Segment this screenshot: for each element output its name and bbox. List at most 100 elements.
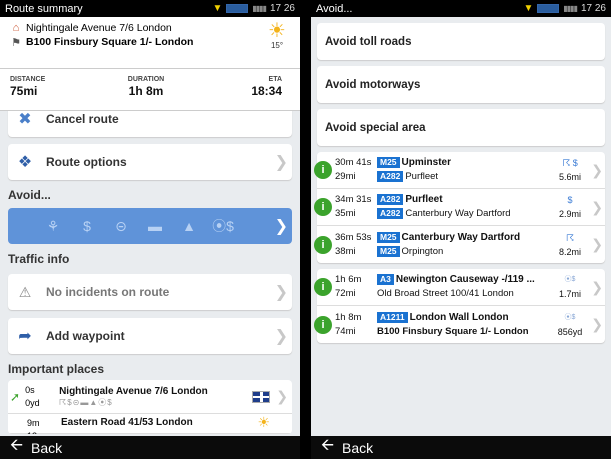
chevron-right-icon: ❯: [591, 161, 603, 178]
gps-icon: ▼: [523, 3, 534, 14]
gps-icon: ▼: [212, 3, 223, 14]
ferry-icon: ▬: [148, 218, 162, 234]
list-item[interactable]: ➚ 0s 0yd Nightingale Avenue 7/6 London ☈…: [8, 380, 292, 414]
avoid-content: Avoid toll roads Avoid motorways Avoid s…: [311, 17, 611, 436]
home-icon: ⌂: [12, 22, 20, 34]
status-title: Route summary: [5, 2, 83, 15]
route-leg[interactable]: i 34m 31s 35mi A282 Purfleet A282 Canterbur…: [314, 189, 605, 226]
route-options-button[interactable]: ❖ Route options ❯: [8, 144, 292, 180]
leg-time: 34m 31s: [335, 194, 372, 205]
chevron-right-icon: ❯: [274, 284, 288, 301]
add-waypoint-button[interactable]: ➦ Add waypoint ❯: [8, 318, 292, 354]
leg-street-from: Upminster: [401, 157, 451, 168]
uk-flag-icon: [252, 390, 270, 403]
route-leg[interactable]: i 1h 8m 74mi A1211 London Wall London B100…: [314, 306, 605, 343]
place-name: Eastern Road 41/53 London: [61, 417, 193, 428]
leg-time: 30m 41s: [335, 157, 372, 168]
cancel-route-button[interactable]: ✖ Cancel route: [8, 111, 292, 137]
info-icon: i: [314, 278, 332, 296]
toll-icon: ⚘: [46, 217, 60, 234]
chevron-right-icon: ❯: [276, 388, 288, 404]
cancel-x-icon: ✖: [18, 111, 32, 128]
important-places-list: ➚ 0s 0yd Nightingale Avenue 7/6 London ☈…: [8, 380, 292, 434]
place-name: Nightingale Avenue 7/6 London: [59, 385, 208, 397]
route-leg[interactable]: i 30m 41s 29mi M25 Upminster A282 Purfleet …: [314, 152, 605, 189]
avoid-screen: Avoid... ▼ ▮▮▮▮ 17 26 Avoid toll roads A…: [311, 0, 611, 459]
road-badge: M25: [377, 231, 400, 243]
leg-street-from: Canterbury Way Dartford: [401, 231, 521, 243]
back-arrow-icon: 🡨: [10, 437, 23, 454]
battery-icon: [226, 4, 249, 13]
leg-street-to: Old Broad Street 100/41 London: [377, 288, 514, 299]
chevron-right-icon: ❯: [591, 236, 603, 252]
status-time: 17 26: [580, 3, 606, 14]
route-legs-group-2: i 1h 6m 72mi A3 Newington Causeway -/119 .…: [314, 269, 605, 343]
cancel-route-label: Cancel route: [46, 112, 119, 126]
avoid-section-title: Avoid...: [8, 188, 51, 202]
leg-time: 1h 6m: [335, 274, 362, 285]
leg-length: 2.9mi: [558, 209, 581, 219]
back-button[interactable]: 🡨 Back: [0, 436, 300, 459]
eta-value: 18:34: [251, 84, 283, 98]
duration-value: 1h 8m: [128, 84, 164, 98]
leg-street-from: Purfleet: [405, 194, 443, 205]
leg-length: 8.2mi: [558, 246, 581, 257]
place-dist: 0yd: [25, 397, 40, 408]
route-legs-group-1: i 30m 41s 29mi M25 Upminster A282 Purfleet …: [314, 152, 605, 263]
road-badge: A282: [377, 208, 404, 219]
leg-street-from: London Wall London: [409, 311, 509, 323]
chevron-right-icon: ❯: [274, 218, 288, 235]
chevron-right-icon: ❯: [591, 278, 603, 295]
road-badge: A282: [377, 194, 404, 205]
route-from: Nightingale Avenue 7/6 London: [26, 22, 172, 34]
leg-time: 36m 53s: [335, 231, 372, 243]
sun-cloud-icon: ☀: [257, 414, 270, 430]
no-incidents-label: No incidents on route: [46, 285, 170, 299]
back-arrow-icon: 🡨: [321, 437, 334, 454]
road-badge: A282: [377, 171, 404, 182]
info-icon: i: [314, 161, 332, 179]
traffic-info-item[interactable]: ⚠ No incidents on route ❯: [8, 274, 292, 310]
leg-street-to: B100 Finsbury Square 1/- London: [377, 325, 529, 337]
sun-cloud-icon: ☀: [268, 20, 286, 42]
leg-street-to: Canterbury Way Dartford: [405, 208, 511, 219]
status-title: Avoid...: [316, 2, 353, 15]
leg-dist: 38mi: [335, 245, 356, 257]
avoid-motorways-button[interactable]: Avoid motorways: [317, 66, 605, 103]
avoid-bar[interactable]: ⚘ $ ⊝ ▬ ▲ ⦿$ ❯: [8, 208, 292, 244]
add-waypoint-label: Add waypoint: [46, 329, 125, 343]
route-leg[interactable]: i 36m 53s 38mi M25 Canterbury Way Dartford…: [314, 226, 605, 263]
list-item[interactable]: 9m 12s Eastern Road 41/53 London ☀: [8, 414, 292, 434]
distance-value: 75mi: [10, 84, 38, 98]
status-bar: Avoid... ▼ ▮▮▮▮ 17 26: [311, 0, 611, 17]
leg-avoid-symbols: $: [567, 195, 573, 205]
summary-content: ✖ Cancel route ❖ Route options ❯ Avoid..…: [0, 111, 300, 436]
traffic-section-title: Traffic info: [8, 252, 70, 266]
info-icon: i: [314, 235, 332, 254]
road-badge: M25: [377, 157, 400, 168]
avoid-special-area-button[interactable]: Avoid special area: [317, 109, 605, 146]
leg-avoid-symbols: ☈ $: [562, 158, 578, 168]
signal-icon: ▮▮▮▮: [252, 4, 267, 13]
warning-icon: ⚠: [18, 283, 32, 300]
route-options-icon: ❖: [17, 154, 33, 171]
eta-label: ETA: [268, 76, 283, 83]
important-places-title: Important places: [8, 362, 105, 376]
status-bar: Route summary ▼ ▮▮▮▮ 17 26: [0, 0, 300, 17]
leg-avoid-symbols: ⦿$: [564, 276, 576, 283]
distance-label: DISTANCE: [10, 76, 46, 83]
duration-label: DURATION: [127, 76, 165, 83]
no-entry-icon: ⊝: [115, 217, 127, 234]
place-avoid-icons: ☈$⊝▬▲⦿$: [59, 397, 113, 407]
road-badge: M25: [377, 245, 400, 257]
leg-avoid-symbols: ⦿$: [564, 313, 576, 321]
destination-flag-icon: ⚑: [11, 36, 21, 49]
route-options-label: Route options: [46, 155, 127, 169]
chevron-right-icon: ❯: [274, 154, 288, 171]
leg-length: 856yd: [557, 326, 583, 337]
avoid-toll-roads-button[interactable]: Avoid toll roads: [317, 23, 605, 60]
back-button[interactable]: 🡨 Back: [311, 436, 611, 459]
route-leg[interactable]: i 1h 6m 72mi A3 Newington Causeway -/119 .…: [314, 269, 605, 306]
leg-dist: 74mi: [335, 325, 356, 337]
leg-length: 1.7mi: [558, 289, 581, 299]
